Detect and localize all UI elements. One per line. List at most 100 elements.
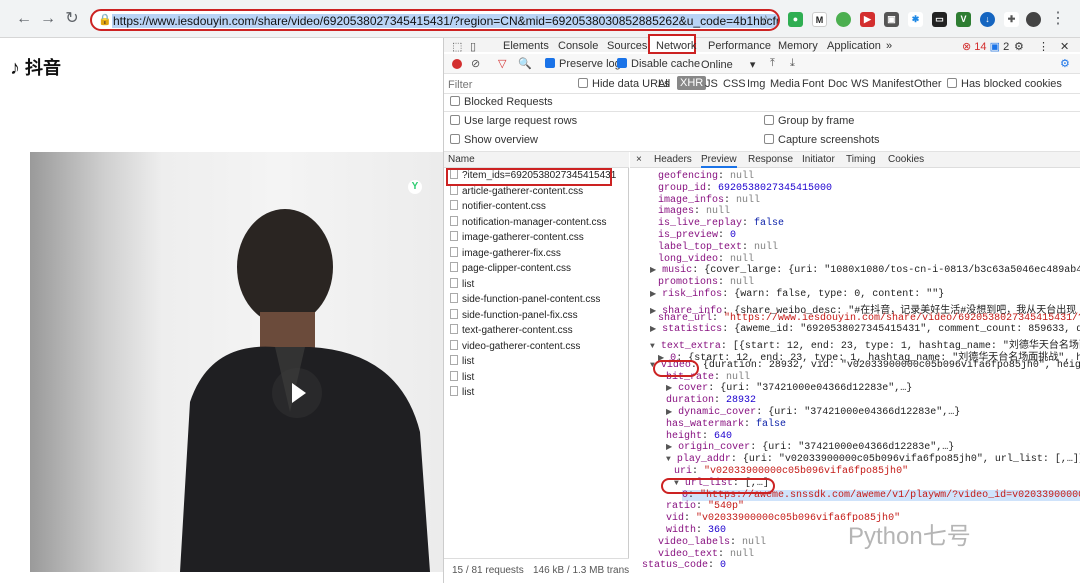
preview-line[interactable]: is_preview: 0 [658,230,736,241]
group-by-frame-checkbox[interactable]: Group by frame [764,115,854,127]
expand-toggle-icon[interactable]: ▶ [666,384,672,393]
close-detail-icon[interactable]: × [636,154,642,165]
preview-line[interactable]: images: null [658,206,730,217]
preview-line[interactable]: promotions: null [658,277,754,288]
extension-m-icon[interactable]: M [812,12,827,27]
has-blocked-cookies-checkbox[interactable]: Has blocked cookies [947,78,1062,90]
request-row[interactable]: image-gatherer-fix.css [444,246,629,262]
extension-icon[interactable]: ● [788,12,803,27]
preview-line[interactable]: ▶ statistics: {aweme_id: "69205380273454… [650,324,1080,335]
settings-gear-icon[interactable]: ⚙ [1014,40,1024,53]
extension-icon[interactable] [836,12,851,27]
request-row[interactable]: list [444,355,629,370]
preview-line[interactable]: video_labels: null [658,537,766,548]
expand-toggle-icon[interactable]: ▶ [666,443,672,452]
type-filter-xhr[interactable]: XHR [677,76,707,90]
tab-performance[interactable]: Performance [708,40,771,52]
preview-line[interactable]: share_url: "https://www.iesdouyin.com/sh… [658,313,1080,324]
import-har-icon[interactable]: ⤒ [770,57,775,70]
type-filter-js[interactable]: JS [705,78,718,90]
extension-icon[interactable]: ▣ [884,12,899,27]
type-filter-media[interactable]: Media [770,78,800,90]
preview-line[interactable]: uri: "v02033900000c05b096vifa6fpo85jh0" [674,466,908,477]
request-row[interactable]: article-gatherer-content.css [444,184,629,200]
extension-icon[interactable]: ▭ [932,12,947,27]
request-row[interactable]: list [444,370,629,386]
extension-icon[interactable]: ▶ [860,12,875,27]
type-filter-font[interactable]: Font [802,78,824,90]
tab-timing[interactable]: Timing [846,154,876,165]
puzzle-icon[interactable]: ✚ [1004,12,1019,27]
preview-line[interactable]: ▶ cover: {uri: "37421000e04366d12283e",…… [666,383,912,394]
douyin-logo[interactable]: ♪ 抖音 [10,54,61,80]
capture-screenshots-checkbox[interactable]: Capture screenshots [764,134,880,146]
device-toggle-icon[interactable]: ▯ [470,40,476,53]
preview-line[interactable]: ▶ music: {cover_large: {uri: "1080x1080/… [650,265,1080,276]
network-settings-icon[interactable]: ⚙ [1060,57,1070,70]
preview-line[interactable]: long_video: null [658,254,754,265]
type-filter-other[interactable]: Other [914,78,942,90]
type-filter-css[interactable]: CSS [723,78,746,90]
bookmark-star-icon[interactable]: ☆ [759,12,772,29]
request-row[interactable]: video-gatherer-content.css [444,339,629,355]
hide-data-urls-checkbox[interactable]: Hide data URLs [578,78,670,90]
inspect-icon[interactable]: ⬚ [452,40,462,53]
blocked-requests-checkbox[interactable]: Blocked Requests [450,96,553,108]
request-row[interactable]: side-function-panel-fix.css [444,308,629,324]
preview-line[interactable]: ▶ dynamic_cover: {uri: "37421000e04366d1… [666,407,960,418]
tab-network[interactable]: Network [656,40,696,52]
tab-elements[interactable]: Elements [503,40,549,52]
devtools-menu-icon[interactable]: ⋮ [1038,40,1049,53]
extension-badge-icon[interactable]: Y [408,180,422,194]
request-row[interactable]: side-function-panel-content.css [444,293,629,308]
preview-line[interactable]: ▼ video: {duration: 28932, vid: "v020339… [650,360,1080,371]
forward-icon[interactable]: → [38,9,58,29]
kebab-menu-icon[interactable]: ⋮ [1048,9,1068,29]
clear-icon[interactable]: ⊘ [471,57,480,70]
record-icon[interactable] [452,59,462,69]
extension-icon[interactable]: ✱ [908,12,923,27]
request-row[interactable]: notifier-content.css [444,200,629,215]
tab-sources[interactable]: Sources [607,40,647,52]
tab-console[interactable]: Console [558,40,598,52]
type-filter-img[interactable]: Img [747,78,765,90]
extension-icon[interactable]: V [956,12,971,27]
expand-toggle-icon[interactable]: ▶ [650,290,656,299]
type-filter-ws[interactable]: WS [851,78,869,90]
preview-line[interactable]: ▶ origin_cover: {uri: "37421000e04366d12… [666,442,954,453]
filter-icon[interactable]: ▽ [498,57,506,70]
show-overview-checkbox[interactable]: Show overview [450,134,538,146]
preview-line[interactable]: ▶ risk_infos: {warn: false, type: 0, con… [650,289,944,300]
preview-line[interactable]: video_text: null [658,549,754,560]
preview-line[interactable]: group_id: 6920538027345415000 [658,183,832,194]
type-filter-manifest[interactable]: Manifest [872,78,914,90]
expand-toggle-icon[interactable]: ▶ [650,325,656,334]
throttle-select[interactable]: Online ▾ [701,58,755,71]
preview-line[interactable]: ▼ play_addr: {uri: "v02033900000c05b096v… [666,454,1080,465]
more-tabs-icon[interactable]: » [886,40,892,52]
avatar[interactable] [1026,12,1041,27]
name-column-header[interactable]: Name [448,154,475,165]
back-icon[interactable]: ← [14,9,34,29]
request-row[interactable]: notification-manager-content.css [444,215,629,231]
error-count[interactable]: ⊗ 14 ▣ 2 [962,40,1009,53]
extension-icon[interactable]: ↓ [980,12,995,27]
tab-initiator[interactable]: Initiator [802,154,835,165]
play-button[interactable] [272,368,322,418]
tab-response[interactable]: Response [748,154,793,165]
expand-toggle-icon[interactable]: ▼ [666,455,671,464]
close-devtools-icon[interactable]: ✕ [1060,40,1069,53]
export-har-icon[interactable]: ⤓ [790,57,795,70]
request-row[interactable]: list [444,386,629,401]
request-row[interactable]: list [444,277,629,293]
preview-line[interactable]: has_watermark: false [666,419,786,430]
request-row[interactable]: text-gatherer-content.css [444,324,629,339]
preview-line[interactable]: label_top_text: null [658,242,778,253]
preview-line[interactable]: image_infos: null [658,195,760,206]
expand-toggle-icon[interactable]: ▶ [650,266,656,275]
request-row[interactable]: page-clipper-content.css [444,262,629,277]
preserve-log-checkbox[interactable]: Preserve log [545,58,621,70]
filter-input[interactable] [448,77,568,92]
search-icon[interactable]: 🔍 [518,57,532,70]
preview-line[interactable]: ratio: "540p" [666,501,744,512]
